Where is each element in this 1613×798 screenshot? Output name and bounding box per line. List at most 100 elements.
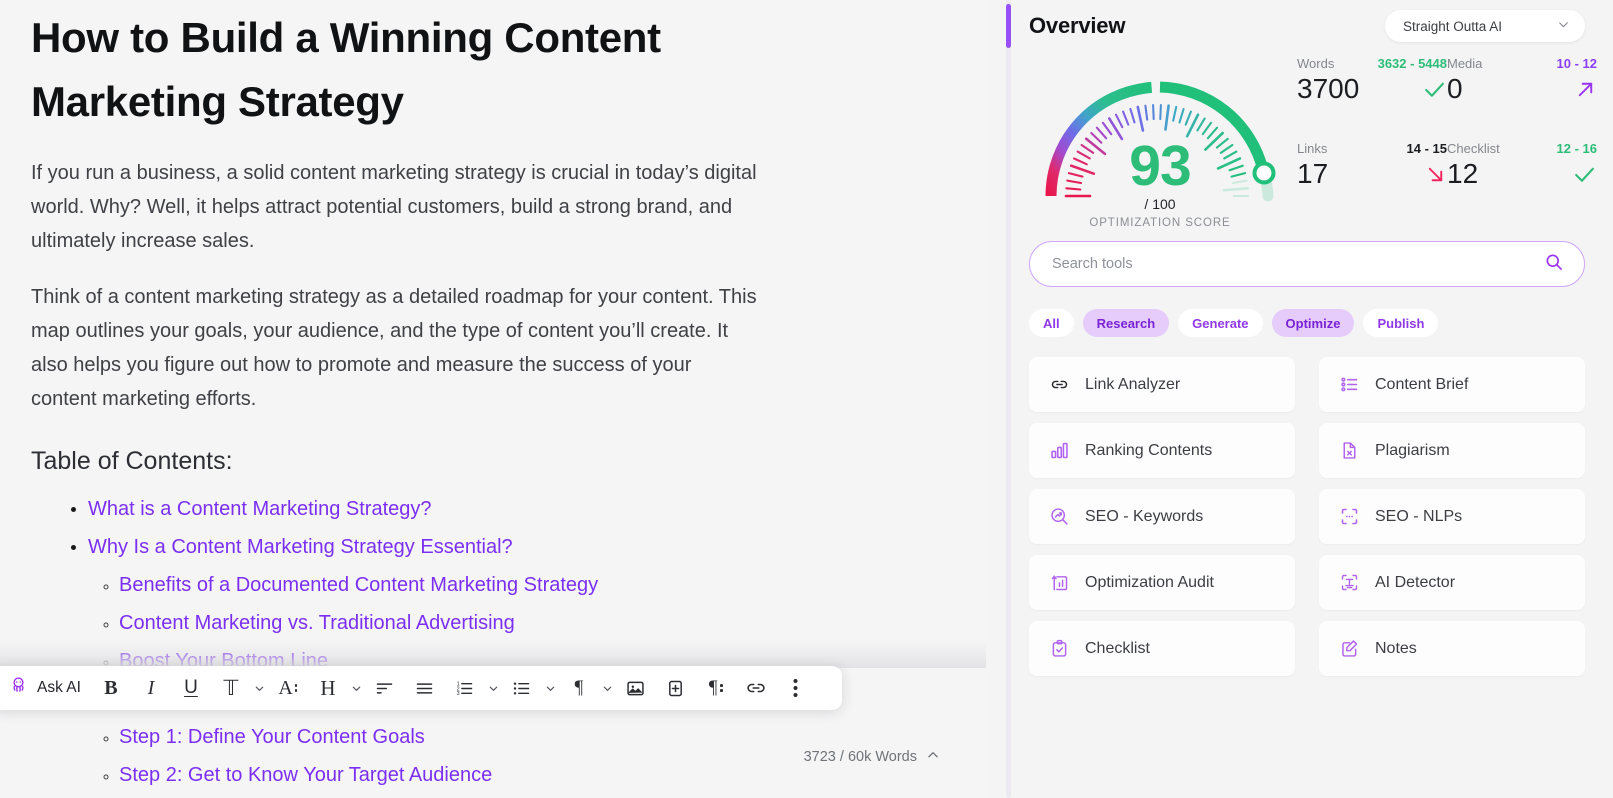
tool-label: Content Brief bbox=[1375, 375, 1469, 393]
toc-link[interactable]: Why Is a Content Marketing Strategy Esse… bbox=[88, 534, 513, 560]
tool-label: Link Analyzer bbox=[1085, 375, 1181, 393]
tool-card-content-brief[interactable]: Content Brief bbox=[1319, 357, 1585, 412]
metric-links: Links 14 - 15 17 bbox=[1297, 141, 1447, 190]
bold-button[interactable]: B bbox=[91, 666, 131, 710]
insert-link-icon[interactable] bbox=[736, 666, 776, 710]
sidebar-scrollbar-thumb[interactable] bbox=[1006, 4, 1011, 48]
chart-up-icon bbox=[1048, 572, 1070, 594]
toc-link[interactable]: What is a Content Marketing Strategy? bbox=[88, 496, 432, 522]
tool-card-ranking-contents[interactable]: Ranking Contents bbox=[1029, 423, 1295, 478]
insert-image-icon[interactable] bbox=[616, 666, 656, 710]
paragraph-style-chevron-down-icon[interactable] bbox=[599, 666, 616, 710]
align-left-icon[interactable] bbox=[365, 666, 405, 710]
paragraph-settings-button[interactable]: ¶ bbox=[696, 666, 736, 710]
clipboard-check-icon bbox=[1048, 638, 1070, 660]
format-toolbar: Ask AI B I U 𝕋 A H 1 2 3 ¶ ¶ bbox=[0, 666, 842, 710]
model-select-dropdown[interactable]: Straight Outta AI bbox=[1385, 10, 1585, 42]
metric-words: Words 3632 - 5448 3700 bbox=[1297, 56, 1447, 105]
chevron-up-icon[interactable] bbox=[926, 748, 940, 766]
metric-range: 10 - 12 bbox=[1556, 56, 1597, 71]
tool-card-ai-detector[interactable]: AI Detector bbox=[1319, 555, 1585, 610]
bold-label: B bbox=[104, 676, 118, 699]
search-tools-box[interactable] bbox=[1029, 241, 1585, 287]
app-root: How to Build a Winning Content Marketing… bbox=[0, 0, 1613, 798]
tool-card-seo-nlps[interactable]: SEO - NLPs bbox=[1319, 489, 1585, 544]
tool-card-optimization-audit[interactable]: Optimization Audit bbox=[1029, 555, 1295, 610]
toc-item: What is a Content Marketing Strategy? bbox=[88, 496, 946, 522]
tool-card-link-analyzer[interactable]: Link Analyzer bbox=[1029, 357, 1295, 412]
sidebar-header: Overview Straight Outta AI bbox=[1029, 0, 1585, 42]
octopus-ai-icon bbox=[8, 675, 29, 701]
optimization-score-denominator: / 100 bbox=[1144, 196, 1176, 212]
chevron-down-icon bbox=[1557, 18, 1570, 34]
bullet-list-icon[interactable] bbox=[502, 666, 542, 710]
filter-chip-publish[interactable]: Publish bbox=[1363, 309, 1439, 337]
search-input[interactable] bbox=[1052, 256, 1544, 272]
tool-card-checklist[interactable]: Checklist bbox=[1029, 621, 1295, 676]
underline-button[interactable]: U bbox=[171, 666, 211, 710]
ordered-list-chevron-down-icon[interactable] bbox=[485, 666, 502, 710]
align-justify-icon[interactable] bbox=[405, 666, 445, 710]
toc-sublink[interactable]: Benefits of a Documented Content Marketi… bbox=[119, 572, 598, 598]
score-section: 93 / 100 OPTIMIZATION SCORE Words 3632 -… bbox=[1029, 50, 1597, 229]
heading-chevron-down-icon[interactable] bbox=[348, 666, 365, 710]
optimization-score-gauge: 93 / 100 OPTIMIZATION SCORE bbox=[1029, 50, 1291, 229]
font-family-button[interactable]: 𝕋 bbox=[211, 666, 251, 710]
tool-label: Notes bbox=[1375, 639, 1417, 657]
optimization-score-value: 93 bbox=[1129, 134, 1191, 198]
word-count-status[interactable]: 3723 / 60k Words bbox=[804, 748, 940, 766]
metric-media: Media 10 - 12 0 bbox=[1447, 56, 1597, 105]
metric-range: 14 - 15 bbox=[1406, 141, 1447, 156]
italic-label: I bbox=[147, 676, 155, 699]
italic-button[interactable]: I bbox=[131, 666, 171, 710]
toc-subitem: Step 1: Define Your Content Goals bbox=[119, 724, 946, 750]
document-paragraph-2: Think of a content marketing strategy as… bbox=[31, 286, 757, 410]
tool-label: Ranking Contents bbox=[1085, 441, 1213, 459]
filter-chip-generate[interactable]: Generate bbox=[1178, 309, 1263, 337]
toc-sublink[interactable]: Step 2: Get to Know Your Target Audience bbox=[119, 762, 492, 788]
filter-chip-all[interactable]: All bbox=[1029, 309, 1074, 337]
metric-value: 0 bbox=[1447, 73, 1463, 104]
search-icon[interactable] bbox=[1544, 252, 1564, 277]
ask-ai-button[interactable]: Ask AI bbox=[0, 666, 91, 710]
word-count-label: 3723 / 60k Words bbox=[803, 749, 917, 765]
more-options-icon[interactable] bbox=[776, 666, 816, 710]
tool-card-notes[interactable]: Notes bbox=[1319, 621, 1585, 676]
toc-sublink[interactable]: Step 1: Define Your Content Goals bbox=[119, 724, 425, 750]
font-family-chevron-down-icon[interactable] bbox=[251, 666, 268, 710]
insert-block-icon[interactable] bbox=[656, 666, 696, 710]
toc-heading: Table of Contents: bbox=[31, 447, 233, 475]
underline-label: U bbox=[184, 677, 198, 698]
metrics-grid: Words 3632 - 5448 3700 Media 10 - 12 0 L… bbox=[1297, 56, 1597, 190]
tool-label: AI Detector bbox=[1375, 573, 1456, 591]
paragraph-style-button[interactable]: ¶ bbox=[559, 666, 599, 710]
overview-sidebar: Overview Straight Outta AI 93 / 100 OPTI… bbox=[986, 0, 1613, 798]
toc-subitem: Benefits of a Documented Content Marketi… bbox=[119, 572, 946, 598]
document-x-icon bbox=[1338, 440, 1360, 462]
bar-chart-icon bbox=[1048, 440, 1070, 462]
tool-card-plagiarism[interactable]: Plagiarism bbox=[1319, 423, 1585, 478]
tool-label: SEO - Keywords bbox=[1085, 507, 1204, 525]
filter-chip-optimize[interactable]: Optimize bbox=[1271, 309, 1355, 337]
sidebar-scrollbar-track[interactable] bbox=[1006, 0, 1011, 798]
tool-card-seo-keywords[interactable]: SEO - Keywords bbox=[1029, 489, 1295, 544]
heading-button[interactable]: H bbox=[308, 666, 348, 710]
bullet-list-chevron-down-icon[interactable] bbox=[542, 666, 559, 710]
scan-text-icon bbox=[1338, 572, 1360, 594]
metric-value: 3700 bbox=[1297, 73, 1360, 104]
tool-filter-chips: All Research Generate Optimize Publish bbox=[1029, 309, 1585, 337]
ordered-list-icon[interactable]: 1 2 3 bbox=[445, 666, 485, 710]
filter-chip-research[interactable]: Research bbox=[1082, 309, 1170, 337]
check-icon bbox=[1572, 162, 1597, 187]
check-icon bbox=[1422, 77, 1447, 102]
edit-square-icon bbox=[1338, 638, 1360, 660]
settings-dots-icon bbox=[720, 684, 724, 692]
search-trend-icon bbox=[1048, 506, 1070, 528]
optimization-score-caption: OPTIMIZATION SCORE bbox=[1089, 217, 1231, 229]
tool-label: Checklist bbox=[1085, 639, 1150, 657]
list-detail-icon bbox=[1338, 374, 1360, 396]
toc-sublink[interactable]: Content Marketing vs. Traditional Advert… bbox=[119, 610, 515, 636]
metric-value: 12 bbox=[1447, 158, 1479, 189]
metric-label: Media bbox=[1447, 56, 1483, 71]
font-size-button[interactable]: A bbox=[268, 666, 308, 710]
